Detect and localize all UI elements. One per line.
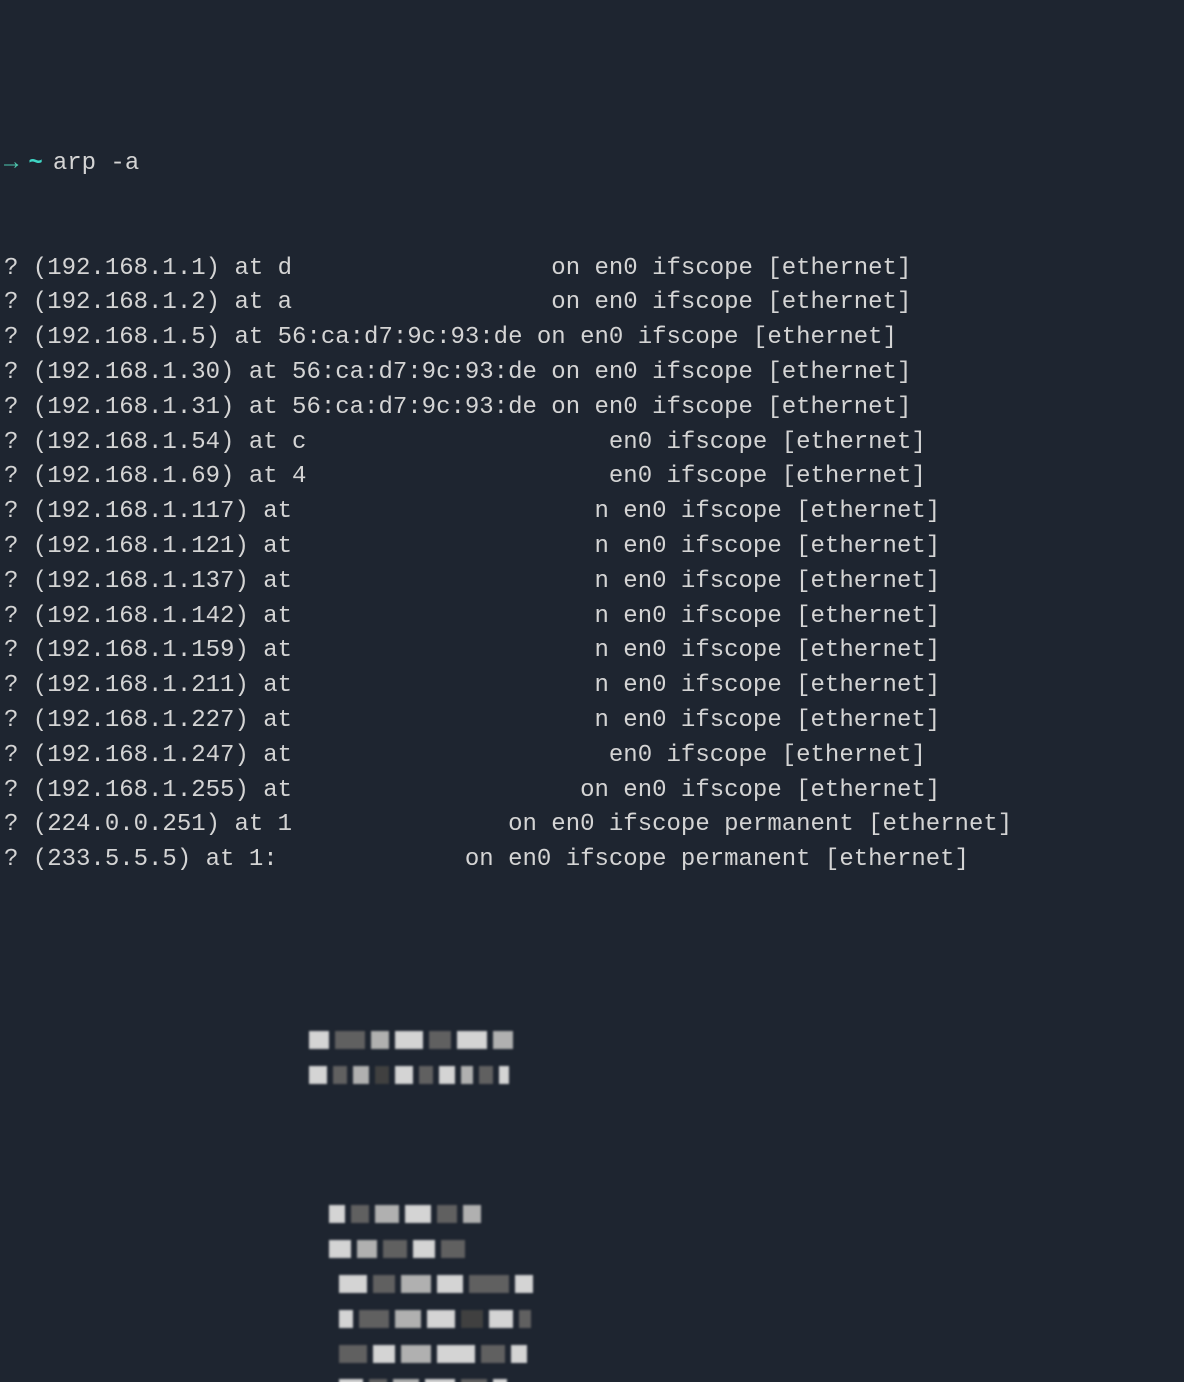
output-line: ? (192.168.1.54) at c en0 ifscope [ether… (4, 426, 1180, 461)
output-line: ? (192.168.1.5) at 56:ca:d7:9c:93:de on … (4, 321, 1180, 356)
redaction-pixels (309, 1064, 599, 1086)
command-text[interactable]: arp -a (53, 147, 139, 182)
redaction-pixels (329, 1238, 599, 1260)
output-line: ? (192.168.1.255) at on en0 ifscope [eth… (4, 774, 1180, 809)
redaction-pixels (329, 1203, 599, 1225)
output-line: ? (192.168.1.31) at 56:ca:d7:9c:93:de on… (4, 391, 1180, 426)
output-line: ? (192.168.1.142) at n en0 ifscope [ethe… (4, 600, 1180, 635)
output-line: ? (192.168.1.137) at n en0 ifscope [ethe… (4, 565, 1180, 600)
output-line: ? (192.168.1.1) at d on en0 ifscope [eth… (4, 252, 1180, 287)
terminal-output: ? (192.168.1.1) at d on en0 ifscope [eth… (4, 252, 1180, 878)
output-line: ? (192.168.1.247) at en0 ifscope [ethern… (4, 739, 1180, 774)
redaction-pixels (339, 1308, 649, 1330)
output-line: ? (192.168.1.121) at n en0 ifscope [ethe… (4, 530, 1180, 565)
output-line: ? (192.168.1.69) at 4 en0 ifscope [ether… (4, 460, 1180, 495)
prompt-tilde: ~ (28, 147, 42, 182)
prompt-arrow: → (4, 147, 18, 182)
output-line: ? (192.168.1.159) at n en0 ifscope [ethe… (4, 634, 1180, 669)
output-line: ? (224.0.0.251) at 1 on en0 ifscope perm… (4, 808, 1180, 843)
output-line: ? (192.168.1.227) at n en0 ifscope [ethe… (4, 704, 1180, 739)
redaction-pixels (309, 1029, 599, 1051)
output-line: ? (233.5.5.5) at 1: on en0 ifscope perma… (4, 843, 1180, 878)
redaction-pixels (339, 1377, 649, 1382)
prompt-line: → ~ arp -a (4, 147, 1180, 182)
output-line: ? (192.168.1.2) at a on en0 ifscope [eth… (4, 286, 1180, 321)
output-line: ? (192.168.1.30) at 56:ca:d7:9c:93:de on… (4, 356, 1180, 391)
output-line: ? (192.168.1.211) at n en0 ifscope [ethe… (4, 669, 1180, 704)
redaction-pixels (339, 1343, 649, 1365)
redaction-pixels (339, 1273, 649, 1295)
output-line: ? (192.168.1.117) at n en0 ifscope [ethe… (4, 495, 1180, 530)
